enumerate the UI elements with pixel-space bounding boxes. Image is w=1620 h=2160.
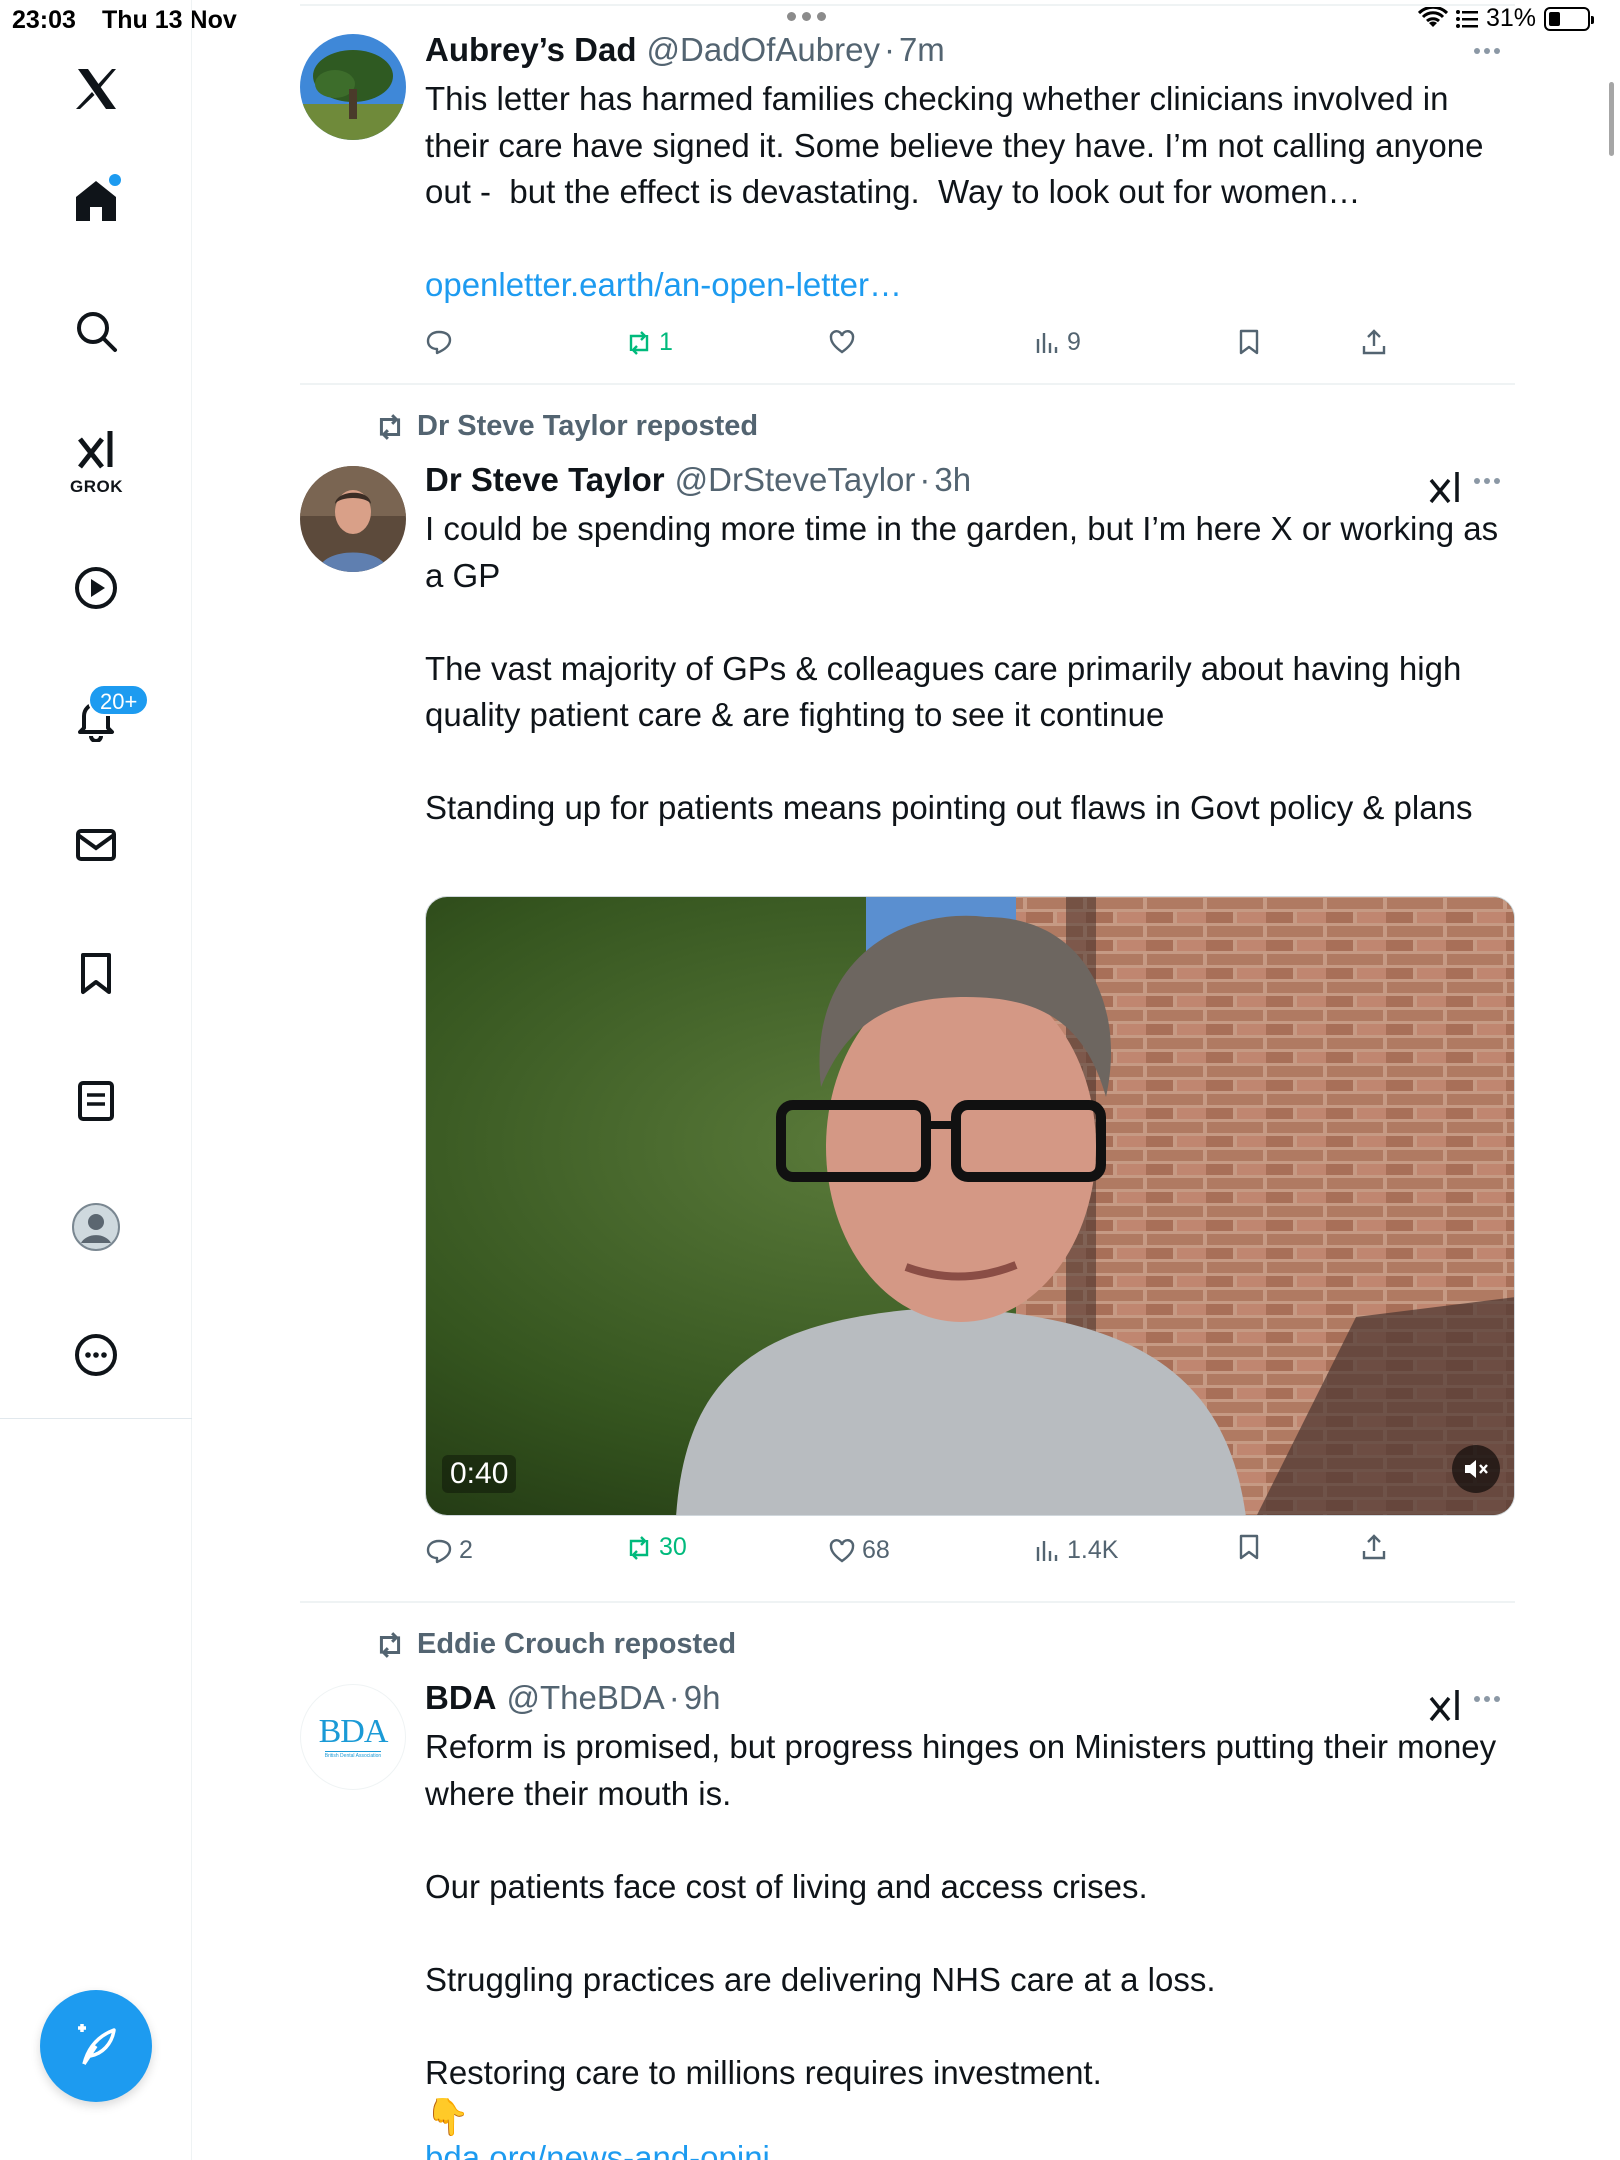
grok-label: GROK: [70, 477, 123, 496]
video-play-icon[interactable]: [63, 555, 129, 621]
notifications-badge: 20+: [88, 684, 150, 716]
wifi-icon: [1417, 6, 1448, 27]
tweet-header: Aubrey’s Dad @DadOfAubrey · 7m: [425, 28, 1515, 72]
more-options-icon[interactable]: [63, 1322, 129, 1388]
scrollbar[interactable]: [1609, 82, 1614, 156]
views-button[interactable]: 1.4K: [1033, 1536, 1118, 1565]
more-icon[interactable]: [1474, 478, 1500, 484]
speaker-muted-icon: [1465, 1460, 1488, 1478]
repost-button[interactable]: 30: [625, 1533, 687, 1562]
reply-button[interactable]: [425, 328, 459, 356]
bookmark-button[interactable]: [1235, 328, 1263, 356]
feed-top-border: [300, 4, 1515, 6]
reply-count: 2: [459, 1536, 473, 1564]
view-count: 9: [1067, 328, 1081, 356]
sidebar: GROK 20+: [0, 0, 192, 2160]
tweet-header: Dr Steve Taylor @DrSteveTaylor · 3h: [425, 458, 1515, 502]
bda-logo-subtext: British Dental Association: [324, 1751, 382, 1759]
grok-explain-icon[interactable]: [1427, 1688, 1463, 1724]
battery-icon: [1544, 6, 1594, 31]
grok-explain-icon[interactable]: [1427, 470, 1463, 506]
tweet-link[interactable]: openletter.earth/an-open-letter…: [425, 262, 1515, 308]
home-icon[interactable]: [63, 168, 129, 234]
reposted-by-text[interactable]: Dr Steve Taylor reposted: [417, 410, 758, 443]
x-logo-icon[interactable]: [63, 56, 129, 122]
repost-icon: [629, 330, 649, 355]
views-chart-icon: [1036, 332, 1058, 353]
tweet-time[interactable]: 9h: [684, 1676, 721, 1720]
bda-logo-text: BDA: [318, 1713, 389, 1750]
more-icon[interactable]: [1474, 1696, 1500, 1702]
tweet-text: This letter has harmed families checking…: [425, 80, 1493, 210]
video-thumbnail: [426, 897, 1514, 1515]
views-chart-icon: [1036, 1540, 1058, 1561]
share-icon: [1362, 329, 1386, 355]
share-button[interactable]: [1360, 1533, 1388, 1561]
author-handle[interactable]: @DrSteveTaylor: [675, 458, 916, 502]
repost-icon: [379, 1631, 401, 1658]
repost-count: 30: [659, 1533, 687, 1561]
multitasking-dots-icon[interactable]: [787, 12, 826, 21]
bookmark-button[interactable]: [1235, 1533, 1263, 1561]
avatar[interactable]: [300, 34, 406, 140]
grok-icon[interactable]: [63, 418, 129, 484]
separator-dot: ·: [919, 461, 931, 498]
repost-context: Eddie Crouch reposted: [375, 1628, 736, 1661]
repost-button[interactable]: 1: [625, 328, 673, 357]
bookmark-icon: [1239, 1534, 1259, 1560]
compose-post-button[interactable]: [40, 1990, 152, 2102]
tweet-link[interactable]: bda.org/news-and-opini...: [425, 2138, 1515, 2160]
share-icon: [1362, 1534, 1386, 1560]
heart-icon: [829, 1538, 855, 1562]
tweet-divider: [300, 383, 1515, 385]
profile-avatar-icon[interactable]: [63, 1194, 129, 1260]
author-name[interactable]: BDA: [425, 1676, 497, 1720]
video-duration: 0:40: [442, 1455, 517, 1493]
bookmark-icon: [1239, 329, 1259, 355]
repost-icon: [379, 413, 401, 440]
reply-icon: [426, 1539, 452, 1563]
search-icon[interactable]: [63, 298, 129, 364]
repost-icon: [629, 1535, 649, 1560]
separator-dot: ·: [668, 1679, 680, 1716]
view-count: 1.4K: [1067, 1536, 1119, 1564]
repost-count: 1: [659, 328, 673, 356]
author-name[interactable]: Dr Steve Taylor: [425, 458, 665, 502]
views-button[interactable]: 9: [1033, 328, 1081, 357]
repost-context: Dr Steve Taylor reposted: [375, 410, 758, 443]
share-button[interactable]: [1360, 328, 1388, 356]
home-unread-dot: [109, 174, 121, 186]
reply-button[interactable]: 2: [425, 1536, 473, 1565]
sidebar-separator: [0, 1418, 192, 1419]
bookmarks-icon[interactable]: [63, 940, 129, 1006]
tweet-divider: [300, 1601, 1515, 1603]
tweet-time[interactable]: 7m: [899, 28, 945, 72]
focus-list-icon: [1455, 9, 1478, 28]
reply-icon: [426, 330, 452, 355]
like-count: 68: [862, 1536, 890, 1564]
separator-dot: ·: [883, 31, 895, 68]
reposted-by-text[interactable]: Eddie Crouch reposted: [417, 1628, 736, 1661]
like-button[interactable]: 68: [828, 1536, 890, 1565]
author-handle[interactable]: @DadOfAubrey: [647, 28, 880, 72]
tweet-time[interactable]: 3h: [934, 458, 971, 502]
tweet-text: I could be spending more time in the gar…: [425, 510, 1499, 826]
author-handle[interactable]: @TheBDA: [507, 1676, 665, 1720]
avatar[interactable]: BDA British Dental Association: [300, 1684, 406, 1790]
tweet-actions: 1 9: [425, 328, 1515, 368]
tweet-text: Reform is promised, but progress hinges …: [425, 1728, 1497, 2091]
lists-icon[interactable]: [63, 1068, 129, 1134]
heart-icon: [829, 330, 855, 354]
tweet-actions: 2 30 68 1.4K: [425, 1533, 1515, 1576]
compose-feather-icon: [78, 2024, 116, 2065]
author-name[interactable]: Aubrey’s Dad: [425, 28, 637, 72]
messages-envelope-icon[interactable]: [63, 812, 129, 878]
pointing-down-emoji: 👇: [425, 2096, 470, 2137]
mute-toggle-button[interactable]: [1452, 1445, 1500, 1493]
avatar[interactable]: [300, 466, 406, 572]
more-icon[interactable]: [1474, 48, 1500, 54]
tweet-video[interactable]: 0:40: [425, 896, 1515, 1516]
like-button[interactable]: [828, 328, 862, 356]
tweet-header: BDA @TheBDA · 9h: [425, 1676, 1515, 1720]
